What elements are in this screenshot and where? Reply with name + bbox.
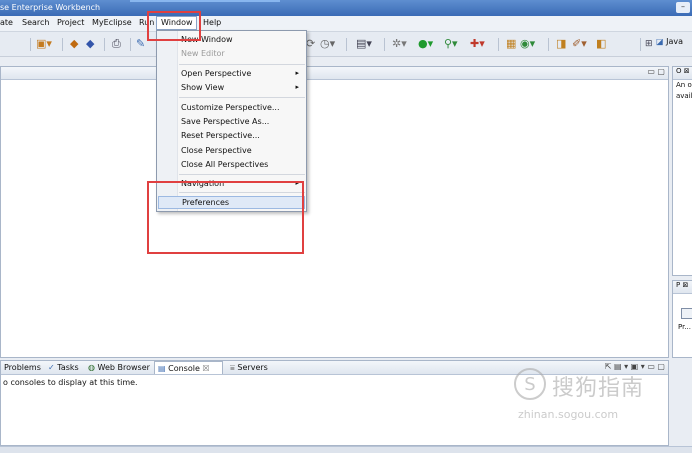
tab-console-label: Console — [168, 364, 200, 373]
outline-message-line1: An o — [676, 81, 692, 89]
properties-view: P ⊠ Pr... — [672, 280, 692, 358]
menu-item-save-perspective-as[interactable]: Save Perspective As... — [158, 115, 305, 128]
main-toolbar: ▣▾ ◆ ◆ ⎙ ✎ ⟳ ◷▾ ▤▾ ✲▾ ●▾ ⚲▾ ✚▾ ▦ ◉▾ ◨ ✐▾… — [0, 32, 692, 57]
menu-navigate[interactable]: ate — [0, 18, 13, 27]
menu-separator — [179, 64, 305, 65]
deploy-icon[interactable]: ◆ — [70, 37, 78, 51]
tab-tasks[interactable]: ✓ Tasks — [45, 361, 82, 374]
menu-item-new-editor: New Editor — [181, 49, 225, 58]
perspective-label: Java — [666, 37, 684, 46]
console-icon[interactable]: ▤▾ — [356, 37, 372, 51]
close-icon[interactable]: ☒ — [202, 364, 209, 373]
toolbar-separator — [384, 38, 385, 51]
console-message: o consoles to display at this time. — [3, 378, 138, 387]
toolbar-separator — [104, 38, 105, 51]
outline-title: O — [676, 67, 682, 75]
highlight-box-window-menu — [147, 11, 201, 41]
menu-separator — [179, 97, 305, 98]
tab-web-browser-label: Web Browser — [97, 363, 150, 372]
properties-title: P — [676, 281, 681, 289]
toolbar-separator — [346, 38, 347, 51]
tab-problems-label: Problems — [4, 363, 41, 372]
open-perspective-icon[interactable]: ⊞ — [645, 37, 653, 51]
toolbar-separator — [30, 38, 31, 51]
watermark-text: 搜狗指南 — [552, 376, 645, 401]
open-perspective-label: Open Perspective — [181, 69, 252, 78]
minimize-button[interactable]: – — [676, 2, 690, 13]
menu-help[interactable]: Help — [203, 18, 221, 27]
show-view-label: Show View — [181, 83, 225, 92]
toolbar-separator — [548, 38, 549, 51]
submenu-arrow-icon: ▸ — [295, 83, 299, 91]
tab-problems[interactable]: Problems — [1, 361, 44, 374]
tab-servers[interactable]: ⩸ Servers — [227, 361, 271, 374]
watermark-url: zhinan.sogou.com — [518, 408, 619, 421]
outline-message-line2: avail — [676, 92, 692, 100]
sogou-logo-icon: S — [514, 368, 546, 400]
submenu-arrow-icon: ▸ — [295, 69, 299, 77]
tasks-icon: ✓ — [48, 363, 55, 372]
java-perspective-icon: ◪ — [656, 37, 664, 46]
open-folder-icon[interactable]: ◨ — [556, 37, 566, 51]
tab-console[interactable]: ▤ Console ☒ — [154, 361, 223, 374]
server-icon[interactable]: ◆ — [86, 37, 94, 51]
debug-icon[interactable]: ✲▾ — [392, 37, 407, 51]
servers-icon: ⩸ — [230, 363, 235, 372]
highlight-box-preferences — [147, 181, 304, 254]
menu-item-close-all-perspectives[interactable]: Close All Perspectives — [158, 158, 305, 171]
new-class-icon[interactable]: ◉▾ — [520, 37, 535, 51]
menu-item-close-perspective[interactable]: Close Perspective — [158, 144, 305, 157]
editor-view-controls[interactable]: ▭ ▢ — [647, 67, 665, 76]
run-profile-icon[interactable]: ⚲▾ — [444, 37, 458, 51]
print-icon[interactable]: ⎙ — [112, 37, 121, 51]
new-package-icon[interactable]: ▦ — [506, 37, 516, 51]
window-title: se Enterprise Workbench — [0, 3, 101, 12]
menu-item-reset-perspective[interactable]: Reset Perspective... — [158, 129, 305, 142]
external-tools-icon[interactable]: ✚▾ — [470, 37, 485, 51]
perspective-java[interactable]: ◪ Java — [656, 37, 683, 46]
search-pencil-icon[interactable]: ✐▾ — [572, 37, 587, 51]
toolbar-separator — [130, 38, 131, 51]
title-bar: se Enterprise Workbench – — [0, 0, 692, 16]
menu-project[interactable]: Project — [57, 18, 84, 27]
title-accent — [130, 0, 280, 2]
open-type-icon[interactable]: ✎ — [136, 37, 145, 51]
new-wizard-icon[interactable]: ▣▾ — [36, 37, 52, 51]
run-icon[interactable]: ●▾ — [418, 37, 433, 51]
status-bar — [0, 446, 692, 453]
refresh-icon[interactable]: ⟳ — [306, 37, 315, 51]
tab-tasks-label: Tasks — [57, 363, 79, 372]
properties-header[interactable]: P ⊠ — [673, 281, 692, 294]
console-tab-icon: ▤ — [158, 364, 166, 373]
outline-header[interactable]: O ⊠ — [673, 67, 692, 80]
editor-tabstrip: ▭ ▢ — [1, 67, 668, 80]
history-icon[interactable]: ◷▾ — [320, 37, 335, 51]
menu-search[interactable]: Search — [22, 18, 49, 27]
menu-bar: ate Search Project MyEclipse Run Help — [0, 16, 692, 32]
globe-icon: ◍ — [88, 363, 95, 372]
menu-item-customize-perspective[interactable]: Customize Perspective... — [158, 101, 305, 114]
menu-separator — [179, 174, 305, 175]
toolbar-separator — [498, 38, 499, 51]
eclipse-workbench: se Enterprise Workbench – ate Search Pro… — [0, 0, 692, 453]
editor-area: ▭ ▢ — [0, 66, 669, 358]
properties-text: Pr... — [678, 323, 692, 331]
open-resource-icon[interactable]: ◧ — [596, 37, 606, 51]
menu-item-open-perspective[interactable]: Open Perspective ▸ — [158, 67, 305, 80]
tab-web-browser[interactable]: ◍ Web Browser — [85, 361, 153, 374]
menu-item-show-view[interactable]: Show View ▸ — [158, 81, 305, 94]
properties-toolbar-icon[interactable] — [681, 308, 692, 319]
toolbar-separator — [640, 38, 641, 51]
tab-servers-label: Servers — [237, 363, 268, 372]
outline-view: O ⊠ An o avail — [672, 66, 692, 276]
toolbar-separator — [62, 38, 63, 51]
menu-myeclipse[interactable]: MyEclipse — [92, 18, 132, 27]
